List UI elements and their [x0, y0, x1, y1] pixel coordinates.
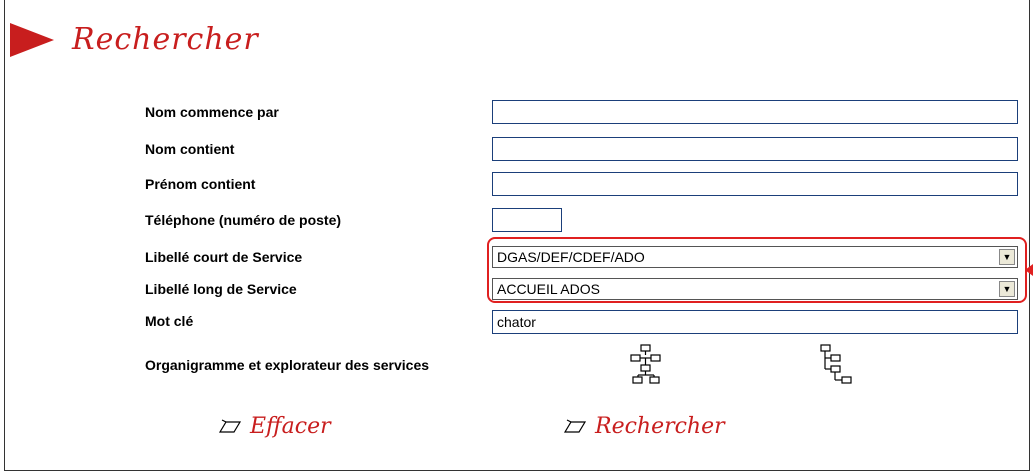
page-frame: [4, 0, 1030, 471]
prenom-contient-label: Prénom contient: [145, 176, 256, 192]
nom-contient-input[interactable]: [492, 137, 1018, 161]
nom-commence-input[interactable]: [492, 100, 1018, 124]
effacer-button[interactable]: Effacer: [218, 414, 331, 439]
libelle-long-select[interactable]: ACCUEIL ADOS ▼: [492, 278, 1018, 300]
telephone-label: Téléphone (numéro de poste): [145, 212, 342, 228]
chevron-down-icon[interactable]: ▼: [999, 249, 1015, 265]
pencil-icon: [563, 418, 587, 433]
prenom-contient-input[interactable]: [492, 172, 1018, 196]
libelle-court-select[interactable]: DGAS/DEF/CDEF/ADO ▼: [492, 246, 1018, 268]
telephone-input[interactable]: [492, 208, 562, 232]
libelle-long-label: Libellé long de Service: [145, 281, 297, 297]
mot-cle-label: Mot clé: [145, 313, 194, 329]
page-header: Rechercher: [10, 22, 259, 57]
libelle-court-value: DGAS/DEF/CDEF/ADO: [497, 249, 645, 265]
rechercher-label: Rechercher: [595, 414, 725, 439]
nom-contient-label: Nom contient: [145, 141, 235, 157]
nom-commence-label: Nom commence par: [145, 104, 279, 120]
highlight-pointer-icon: [1025, 264, 1033, 276]
libelle-long-value: ACCUEIL ADOS: [497, 281, 600, 297]
mot-cle-input[interactable]: [492, 310, 1018, 334]
organigramme-label: Organigramme et explorateur des services: [145, 357, 430, 373]
effacer-label: Effacer: [250, 414, 331, 439]
libelle-court-label: Libellé court de Service: [145, 249, 303, 265]
pencil-icon: [218, 418, 242, 433]
chevron-down-icon[interactable]: ▼: [999, 281, 1015, 297]
page-title: Rechercher: [72, 22, 259, 57]
org-chart-icon[interactable]: [628, 343, 664, 390]
tree-explorer-icon[interactable]: [818, 343, 864, 390]
header-arrow-icon: [10, 22, 54, 57]
rechercher-button[interactable]: Rechercher: [563, 414, 725, 439]
